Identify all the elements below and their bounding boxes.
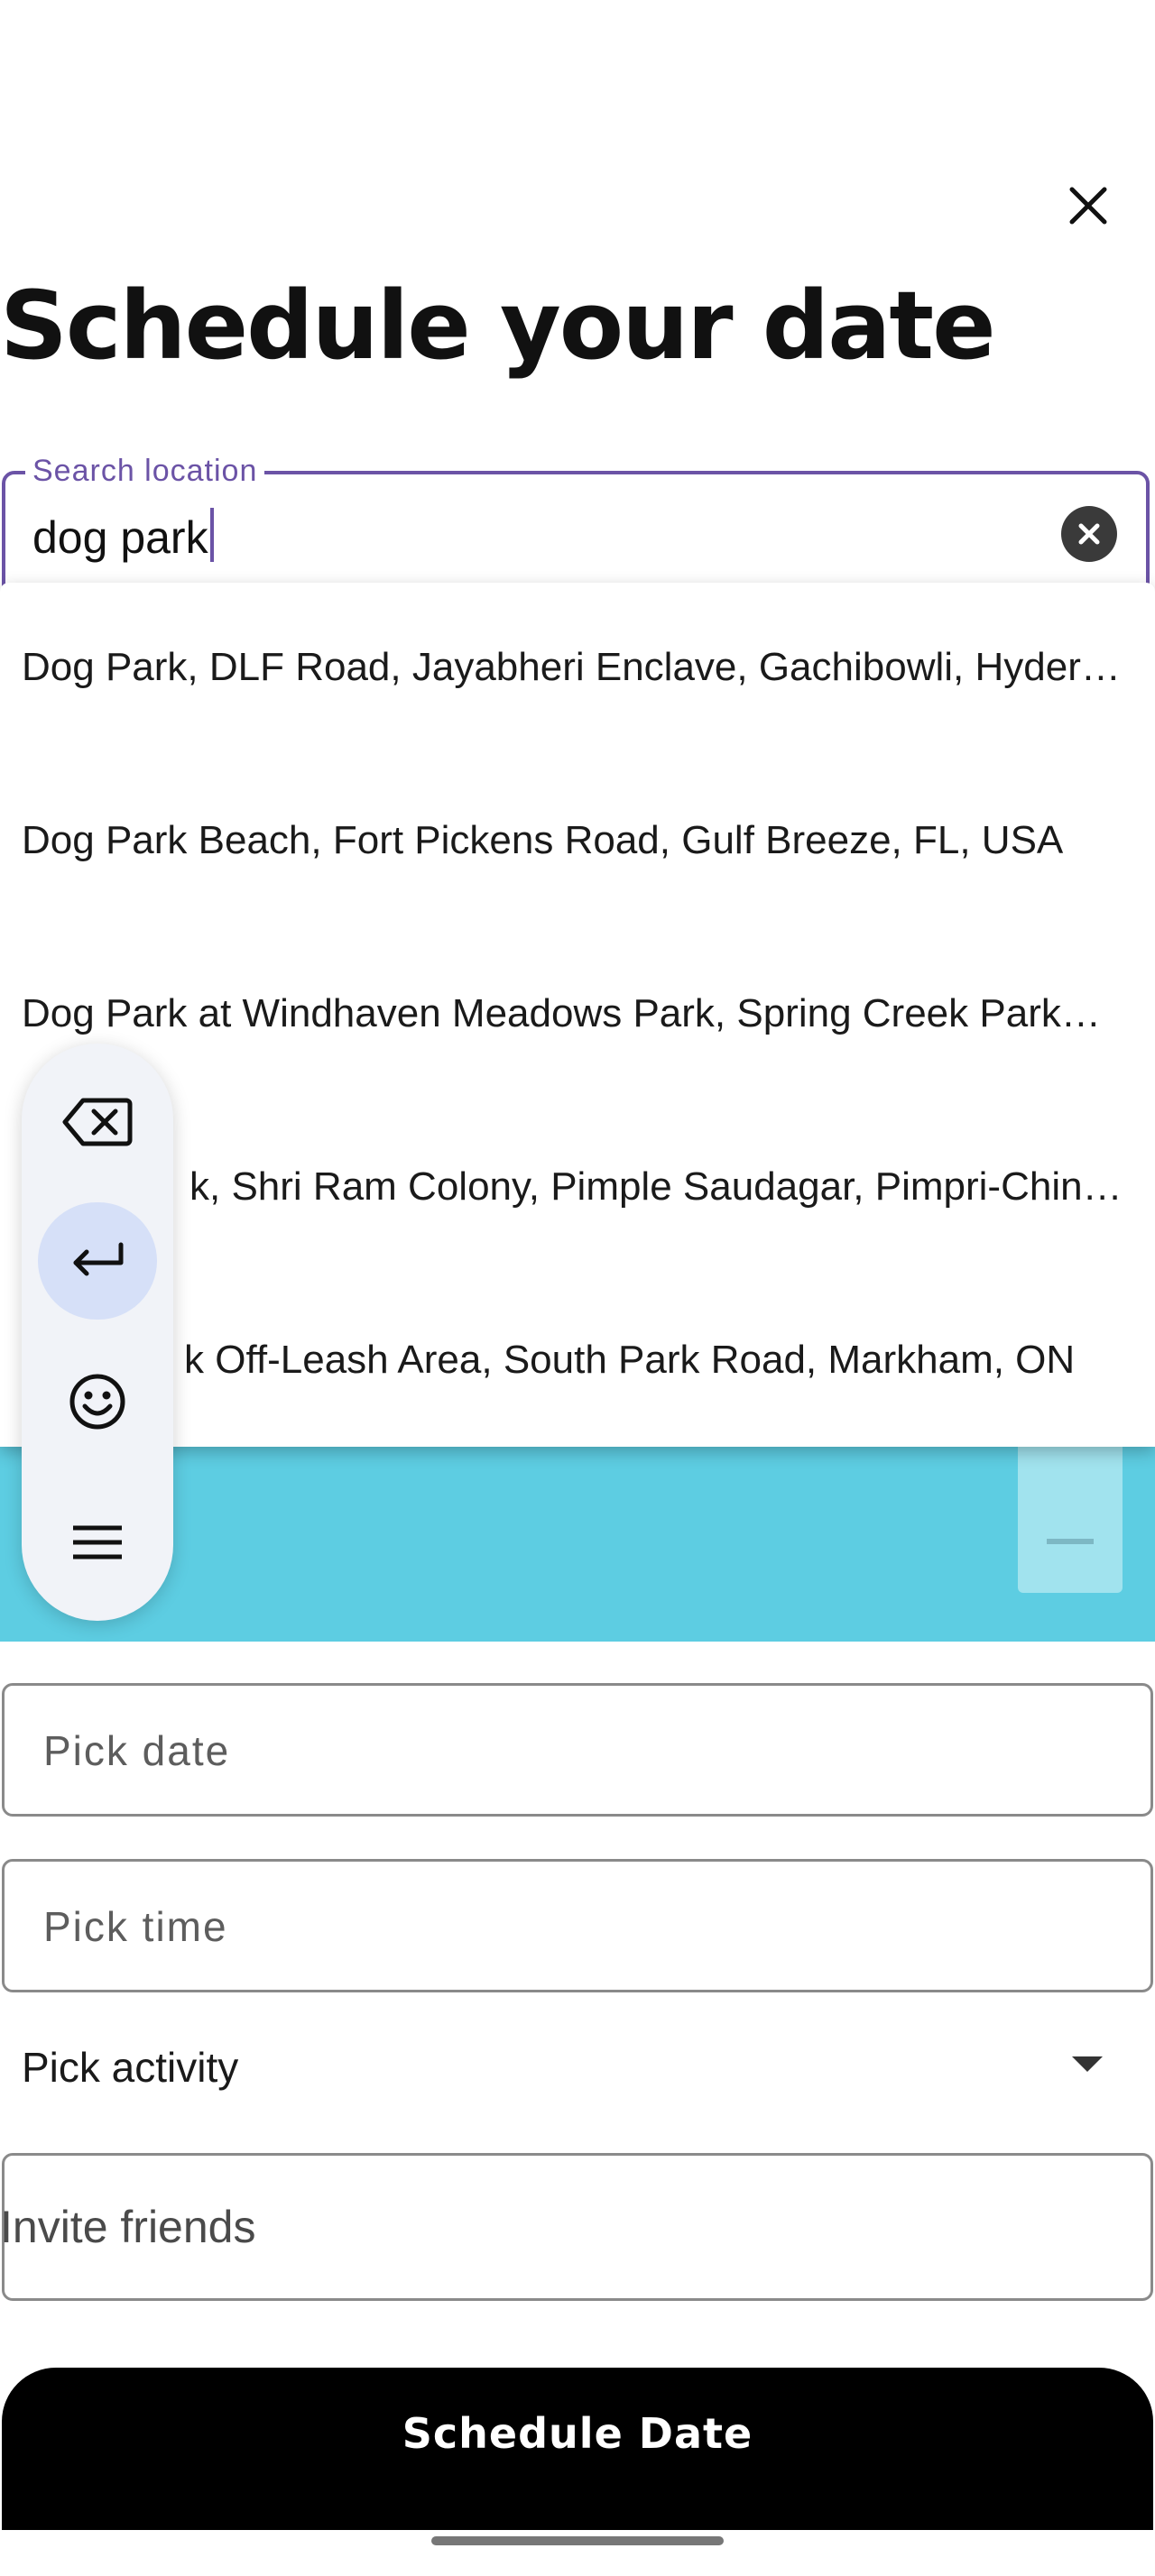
suggestion-item[interactable]: k, Shri Ram Colony, Pimple Saudagar, Pim…	[189, 1164, 1123, 1210]
home-indicator[interactable]	[431, 2536, 724, 2545]
emoji-icon	[69, 1374, 125, 1430]
suggestion-item[interactable]: Dog Park, DLF Road, Jayabheri Enclave, G…	[22, 645, 1123, 690]
search-location-input[interactable]: dog park	[32, 508, 214, 564]
close-button[interactable]	[1056, 173, 1121, 238]
pick-date-placeholder: Pick date	[43, 1727, 231, 1774]
pick-activity-select[interactable]: Pick activity	[22, 2043, 238, 2092]
location-suggestions: Dog Park, DLF Road, Jayabheri Enclave, G…	[0, 583, 1155, 1447]
close-icon	[1069, 187, 1107, 225]
suggestion-item[interactable]: Dog Park Beach, Fort Pickens Road, Gulf …	[22, 818, 1123, 863]
zoom-out-icon[interactable]	[1047, 1539, 1094, 1544]
backspace-icon	[62, 1098, 133, 1146]
pick-time-placeholder: Pick time	[43, 1903, 228, 1950]
enter-button[interactable]	[38, 1202, 157, 1320]
search-input-text: dog park	[32, 512, 208, 563]
enter-icon	[73, 1242, 124, 1276]
map-zoom-controls[interactable]	[1018, 1434, 1123, 1593]
dropdown-arrow-icon[interactable]	[1072, 2056, 1103, 2072]
clear-icon	[1078, 523, 1100, 545]
suggestion-item[interactable]: k Off-Leash Area, South Park Road, Markh…	[184, 1338, 1113, 1383]
schedule-date-button[interactable]: Schedule Date	[2, 2368, 1153, 2530]
suggestion-item[interactable]: Dog Park at Windhaven Meadows Park, Spri…	[22, 991, 1123, 1036]
keyboard-floating-toolbar	[22, 1044, 173, 1621]
backspace-button[interactable]	[38, 1063, 157, 1181]
page-title: Schedule your date	[0, 271, 996, 381]
menu-icon	[73, 1525, 122, 1559]
emoji-button[interactable]	[38, 1343, 157, 1460]
invite-friends-placeholder: Invite friends	[0, 2202, 256, 2252]
text-caret	[209, 508, 214, 562]
search-location-label: Search location	[25, 454, 265, 489]
clear-search-button[interactable]	[1061, 506, 1117, 562]
menu-button[interactable]	[38, 1484, 157, 1601]
